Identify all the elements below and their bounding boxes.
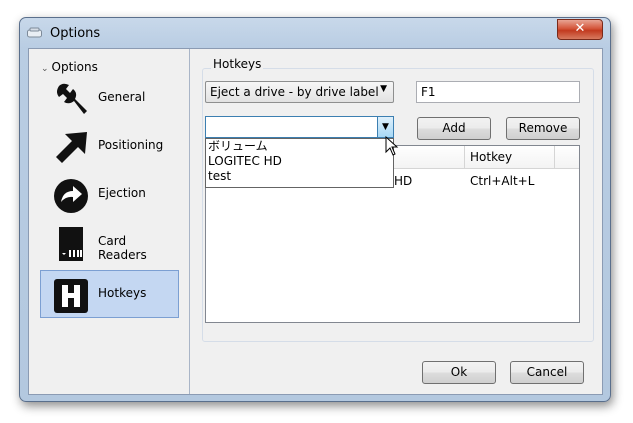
drive-combo[interactable]: ▼ <box>205 116 394 138</box>
mouse-cursor-icon <box>385 136 399 156</box>
add-button[interactable]: Add <box>417 117 491 140</box>
sd-card-icon <box>59 227 83 261</box>
nav-item-ejection[interactable]: Ejection <box>40 170 179 218</box>
nav-label-card-readers: Card Readers <box>98 234 147 262</box>
nav-item-positioning[interactable]: Positioning <box>40 122 179 170</box>
options-window: Options ✕ ⌄Options General Positioning <box>19 17 611 402</box>
hotkeys-group-title: Hotkeys <box>211 57 264 71</box>
drive-dropdown-list: ボリューム LOGITEC HD test <box>205 138 394 188</box>
window-title: Options <box>50 26 101 41</box>
dropdown-arrow-icon: ▼ <box>380 84 387 94</box>
action-select[interactable]: Eject a drive - by drive label ▼ <box>205 81 394 103</box>
column-separator <box>464 146 465 168</box>
title-bar[interactable]: Options ✕ <box>20 18 610 48</box>
hotkey-h-icon <box>54 279 88 313</box>
column-separator <box>554 146 555 168</box>
dialog-client: ⌄ Options General Positioning Ejection C… <box>28 48 603 395</box>
ok-button[interactable]: Ok <box>422 361 496 384</box>
options-nav: ⌄ Options General Positioning Ejection C… <box>29 49 190 394</box>
dropdown-arrow-icon[interactable]: ▼ <box>377 117 393 137</box>
nav-label-positioning: Positioning <box>98 138 164 152</box>
row-label-suffix: HD <box>394 174 413 188</box>
wrench-icon <box>57 83 87 114</box>
close-button[interactable]: ✕ <box>557 19 603 40</box>
remove-button[interactable]: Remove <box>506 117 580 140</box>
column-header-hotkey[interactable]: Hotkey <box>470 150 512 164</box>
nav-label-hotkeys: Hotkeys <box>98 286 147 300</box>
drive-option[interactable]: LOGITEC HD <box>206 154 393 169</box>
arrow-up-right-icon <box>56 132 87 163</box>
eject-arrow-icon <box>54 179 88 213</box>
drive-option[interactable]: ボリューム <box>206 139 393 154</box>
nav-item-card-readers[interactable]: Card Readers <box>40 218 179 266</box>
cancel-button[interactable]: Cancel <box>510 361 584 384</box>
drive-option[interactable]: test <box>206 169 393 184</box>
nav-header[interactable]: ⌄ Options <box>41 60 98 74</box>
row-hotkey: Ctrl+Alt+L <box>470 174 535 188</box>
collapse-chevron-icon[interactable]: ⌄ <box>41 64 49 74</box>
hotkey-input[interactable]: F1 <box>416 81 580 103</box>
nav-label-general: General <box>98 90 146 104</box>
nav-item-hotkeys[interactable]: Hotkeys <box>40 270 179 318</box>
app-icon <box>27 27 42 38</box>
nav-item-general[interactable]: General <box>40 74 179 122</box>
nav-label-ejection: Ejection <box>98 186 146 200</box>
